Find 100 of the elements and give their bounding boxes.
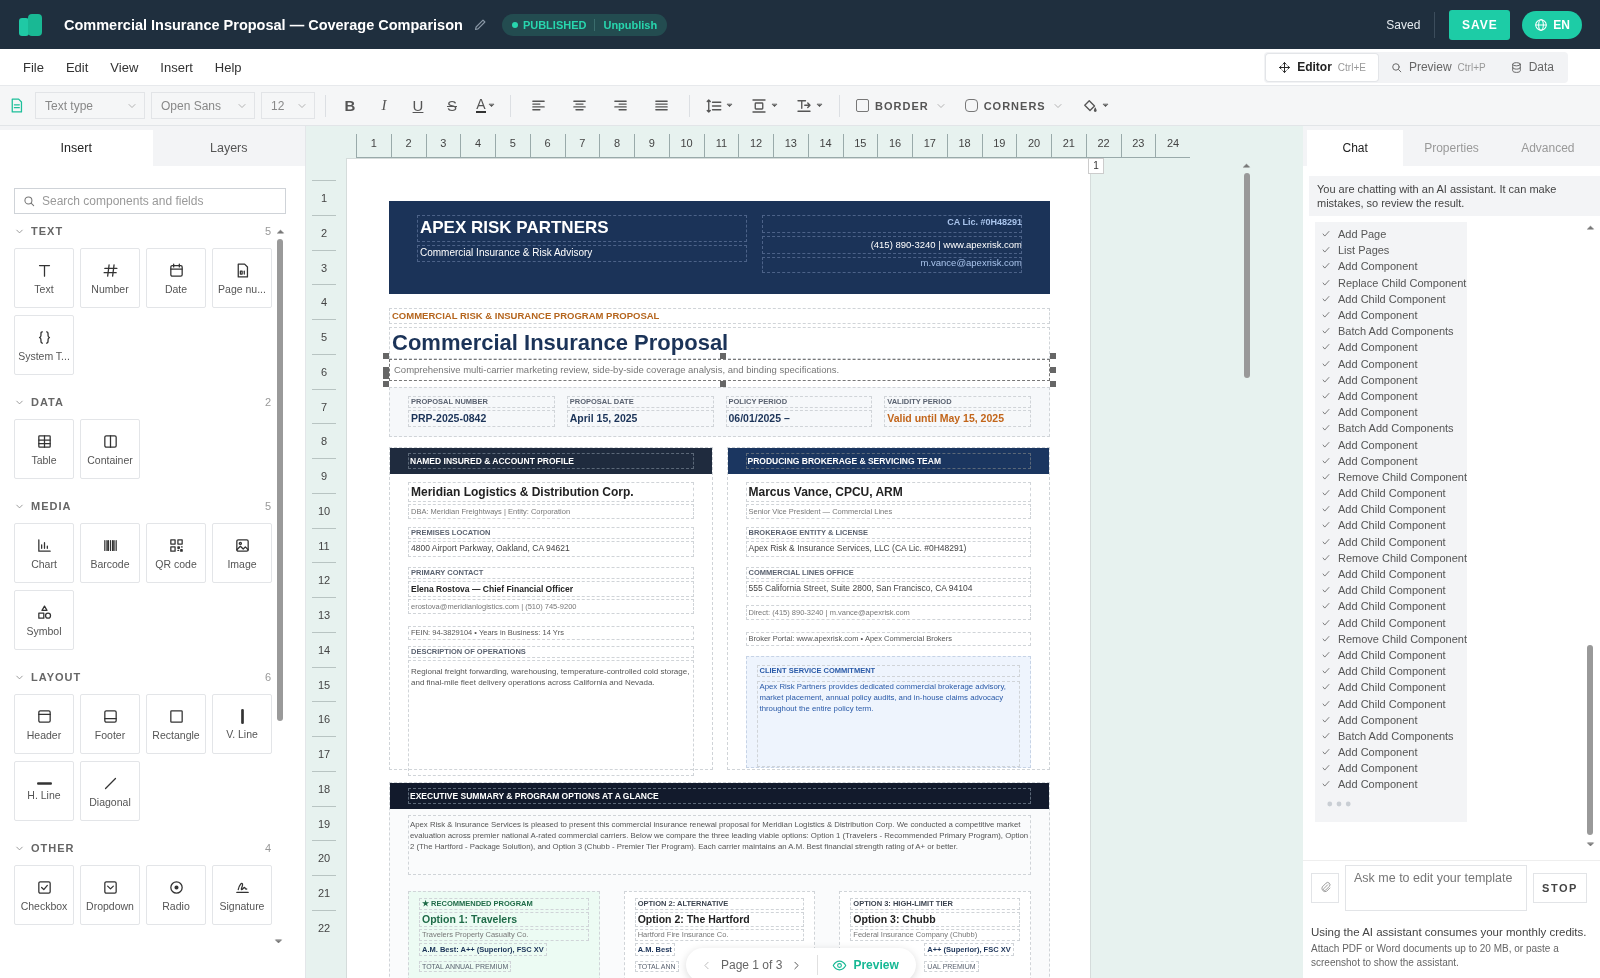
panel-tab[interactable]: Chat xyxy=(1307,130,1404,166)
radio-icon xyxy=(167,878,185,896)
component-tile[interactable]: Date xyxy=(146,248,206,308)
section-title: DATA xyxy=(31,396,65,408)
step-text: Add Child Component xyxy=(1338,681,1446,694)
scrollbar-thumb[interactable] xyxy=(1243,173,1250,378)
menu-item[interactable]: View xyxy=(99,53,150,81)
checkbox[interactable] xyxy=(856,99,869,112)
typing-indicator-icon xyxy=(1327,800,1351,807)
format-button[interactable]: B xyxy=(336,91,364,120)
font-color-button[interactable]: A xyxy=(472,91,500,120)
component-tile[interactable]: V. Line xyxy=(212,694,272,754)
panel-tab[interactable]: Layers xyxy=(152,130,305,166)
step-text: Add Child Component xyxy=(1338,487,1446,500)
mode-tab[interactable]: Editor Ctrl+E xyxy=(1266,53,1378,81)
field-value: 06/01/2025 – xyxy=(725,410,873,427)
component-tile[interactable]: Footer xyxy=(80,694,140,754)
format-button[interactable]: I xyxy=(370,91,398,120)
step-text: Add Component xyxy=(1338,438,1418,451)
component-tile[interactable]: Header xyxy=(14,694,74,754)
scroll-up-icon[interactable] xyxy=(1584,222,1596,233)
step-text: Add Component xyxy=(1338,406,1418,419)
menu-item[interactable]: Insert xyxy=(149,53,204,81)
component-tile[interactable]: Text xyxy=(14,248,74,308)
toggle-option[interactable]: CORNERS xyxy=(958,91,1070,120)
panel-tab[interactable]: Insert xyxy=(0,130,153,166)
language-label: EN xyxy=(1553,17,1570,32)
ruler-number: 22 xyxy=(312,909,336,945)
scrollbar-thumb[interactable] xyxy=(1587,645,1593,835)
step-text: Add Component xyxy=(1338,713,1418,726)
calendar-icon xyxy=(167,261,185,279)
component-tile[interactable]: Barcode xyxy=(80,523,140,583)
component-tile[interactable]: QR code xyxy=(146,523,206,583)
component-tile[interactable]: Diagonal xyxy=(80,761,140,821)
step-text: Add Child Component xyxy=(1338,503,1446,516)
menu-item[interactable]: Edit xyxy=(54,53,100,81)
step-text: Batch Add Components xyxy=(1338,325,1454,338)
attach-button[interactable] xyxy=(1311,872,1339,903)
format-button[interactable]: U xyxy=(404,91,432,120)
format-button[interactable]: S xyxy=(438,91,466,120)
step-text: Add Component xyxy=(1338,389,1418,402)
component-tile[interactable]: Rectangle xyxy=(146,694,206,754)
resize-handle[interactable] xyxy=(1050,353,1056,359)
resize-handle[interactable] xyxy=(383,353,389,359)
image-icon xyxy=(233,536,251,554)
component-tile[interactable]: Signature xyxy=(212,865,272,925)
component-tile[interactable]: Page nu... xyxy=(212,248,272,308)
search-icon xyxy=(1389,60,1403,74)
ruler-number: 11 xyxy=(312,527,336,563)
component-tile[interactable]: Dropdown xyxy=(80,865,140,925)
scroll-up-icon[interactable] xyxy=(1241,160,1252,171)
step-text: Replace Child Component xyxy=(1338,276,1467,289)
dropdown-icon xyxy=(101,878,119,896)
mode-tab[interactable]: Preview Ctrl+P xyxy=(1377,53,1498,81)
status-text: PUBLISHED xyxy=(522,18,587,31)
component-tile[interactable]: Radio xyxy=(146,865,206,925)
component-tile[interactable]: Chart xyxy=(14,523,74,583)
step-text: Add Child Component xyxy=(1338,600,1446,613)
dropdown-value: Open Sans xyxy=(161,98,222,113)
component-tile[interactable]: Container xyxy=(80,419,140,479)
checkbox[interactable] xyxy=(964,99,978,112)
ruler-number: 14 xyxy=(312,631,336,667)
unpublish-button[interactable]: Unpublish xyxy=(595,18,658,31)
component-tile[interactable]: Checkbox xyxy=(14,865,74,925)
menu-item[interactable]: Help xyxy=(203,53,253,81)
mode-tab[interactable]: Data xyxy=(1497,53,1566,81)
message-input[interactable]: Ask me to edit your template xyxy=(1345,864,1527,911)
ruler-number: 23 xyxy=(1120,134,1156,158)
resize-handle[interactable] xyxy=(1050,381,1056,387)
component-tile[interactable]: H. Line xyxy=(14,761,74,821)
resize-handle[interactable] xyxy=(1050,367,1056,373)
section-count: 5 xyxy=(264,225,271,237)
resize-handle[interactable] xyxy=(383,367,389,379)
component-tile[interactable]: System T... xyxy=(14,315,74,375)
toggle-option[interactable]: BORDER xyxy=(850,91,953,120)
ruler-number: 16 xyxy=(312,701,336,736)
resize-handle[interactable] xyxy=(719,353,726,359)
assistant-notice: You are chatting with an AI assistant. It can make mistakes, so review the result. xyxy=(1309,176,1600,216)
field-value: 4800 Airport Parkway, Oakland, CA 94621 xyxy=(408,541,694,557)
party-name: Marcus Vance, CPCU, ARM xyxy=(745,482,1031,502)
vertical-align-icon xyxy=(750,96,768,115)
pencil-icon[interactable] xyxy=(472,17,488,32)
party-name: Meridian Logistics & Distribution Corp. xyxy=(408,482,694,502)
menu-item[interactable]: File xyxy=(12,53,55,81)
component-tile[interactable]: Table xyxy=(14,419,74,479)
component-tile[interactable]: Symbol xyxy=(14,590,74,650)
resize-handle[interactable] xyxy=(383,381,389,387)
component-tile[interactable]: Number xyxy=(80,248,140,308)
component-tile[interactable]: Image xyxy=(212,523,272,583)
ruler-number: 21 xyxy=(312,875,336,910)
search-field[interactable]: Search components and fields xyxy=(14,188,286,214)
step-text: Add Component xyxy=(1338,454,1418,467)
resize-handle[interactable] xyxy=(719,381,726,387)
card-heading: NAMED INSURED & ACCOUNT PROFILE xyxy=(408,453,694,469)
step-text: Add Child Component xyxy=(1338,665,1446,678)
scroll-up-icon[interactable] xyxy=(274,226,286,237)
scrollbar-thumb[interactable] xyxy=(277,239,283,721)
stop-button[interactable]: STOP xyxy=(1533,872,1587,903)
caret-icon xyxy=(1100,101,1110,110)
credits-note: Using the AI assistant consumes your monthly credits. xyxy=(1310,925,1588,940)
